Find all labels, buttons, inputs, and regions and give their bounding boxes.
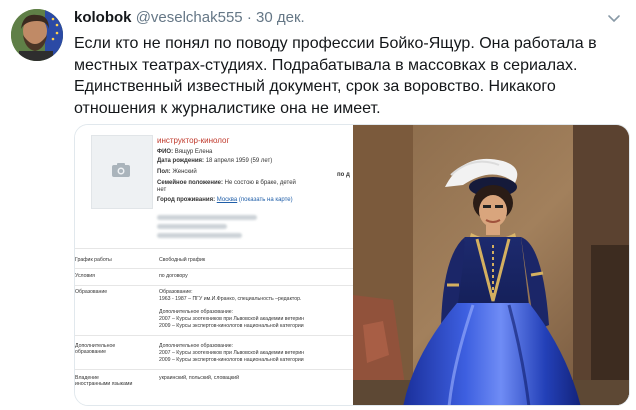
row-label-education: Образование bbox=[75, 289, 108, 295]
education-line: Дополнительное образование: bbox=[159, 309, 234, 315]
map-link[interactable]: (показать на карте) bbox=[239, 197, 293, 203]
costume-photo-image bbox=[353, 125, 629, 405]
marital-value-continued: нет bbox=[157, 187, 167, 193]
avatar[interactable] bbox=[11, 9, 63, 61]
avatar-image bbox=[11, 9, 63, 61]
fio-value: Вящур Елена bbox=[174, 149, 213, 155]
blurred-contact-3 bbox=[157, 233, 242, 238]
tweet-text: Если кто не понял по поводу профессии Бо… bbox=[74, 35, 597, 117]
divider bbox=[75, 268, 353, 269]
additional-education-line: 2009 – Курсы экспертов-кинологов национа… bbox=[159, 357, 304, 363]
city-label: Город проживания: bbox=[157, 197, 216, 203]
marital-row: Семейное положение: Не состою в браке, д… bbox=[157, 180, 296, 187]
fio-row: ФИО: Вящур Елена bbox=[157, 149, 212, 156]
tweet-date[interactable]: 30 дек. bbox=[256, 9, 305, 26]
cut-off-text: по д bbox=[337, 172, 350, 178]
chevron-down-icon[interactable] bbox=[606, 10, 622, 26]
user-handle[interactable]: @veselchak555 bbox=[136, 9, 243, 26]
city-row: Город проживания: Москва (показать на ка… bbox=[157, 197, 293, 204]
dob-label: Дата рождения: bbox=[157, 158, 205, 164]
row-label-conditions: Условия bbox=[75, 273, 95, 279]
fio-label: ФИО: bbox=[157, 149, 174, 155]
row-value-schedule: Свободный график bbox=[159, 257, 206, 263]
education-line: 2007 – Курсы зоотехников при Львовской а… bbox=[159, 316, 305, 322]
education-line: 1963 - 1987 – ПГУ им.И.Франко, специальн… bbox=[159, 296, 302, 302]
camera-icon bbox=[112, 163, 130, 177]
divider bbox=[75, 248, 353, 249]
sex-value: Женский bbox=[172, 169, 197, 175]
education-line: Образование: bbox=[159, 289, 193, 295]
blurred-contact-1 bbox=[157, 215, 257, 220]
tweet-media[interactable]: инструктор-кинолог ФИО: Вящур Елена Дата… bbox=[74, 124, 630, 406]
separator-dot: · bbox=[246, 9, 252, 26]
additional-education-line: 2007 – Курсы зоотехников при Львовской а… bbox=[159, 350, 305, 356]
marital-value: Не состою в браке, детей bbox=[224, 180, 296, 186]
tweet-header: kolobok @veselchak555 · 30 дек. bbox=[74, 8, 305, 28]
marital-label: Семейное положение: bbox=[157, 180, 223, 186]
row-label-languages: Владение иностранными языками bbox=[75, 375, 133, 388]
education-line: 2009 – Курсы экспертов-кинологов национа… bbox=[159, 323, 304, 329]
blurred-contact-2 bbox=[157, 224, 227, 229]
display-name[interactable]: kolobok bbox=[74, 9, 132, 26]
divider bbox=[75, 285, 353, 286]
costume-photo[interactable] bbox=[353, 125, 629, 405]
row-label-additional-education: Дополнительное образование bbox=[75, 343, 116, 356]
profession-title: инструктор-кинолог bbox=[157, 136, 230, 145]
dob-row: Дата рождения: 18 апреля 1959 (59 лет) bbox=[157, 158, 272, 165]
dob-value: 18 апреля 1959 (59 лет) bbox=[205, 158, 273, 164]
divider bbox=[75, 369, 353, 370]
sex-row: Пол: Женский bbox=[157, 169, 197, 176]
row-value-conditions: по договору bbox=[159, 273, 188, 279]
divider bbox=[75, 335, 353, 336]
row-value-languages: украинский, польский, словацкий bbox=[159, 375, 239, 381]
row-label-schedule: График работы bbox=[75, 257, 112, 263]
additional-education-line: Дополнительное образование: bbox=[159, 343, 234, 349]
city-value: Москва bbox=[216, 197, 238, 203]
resume-document-image[interactable]: инструктор-кинолог ФИО: Вящур Елена Дата… bbox=[75, 125, 353, 405]
sex-label: Пол: bbox=[157, 169, 171, 175]
